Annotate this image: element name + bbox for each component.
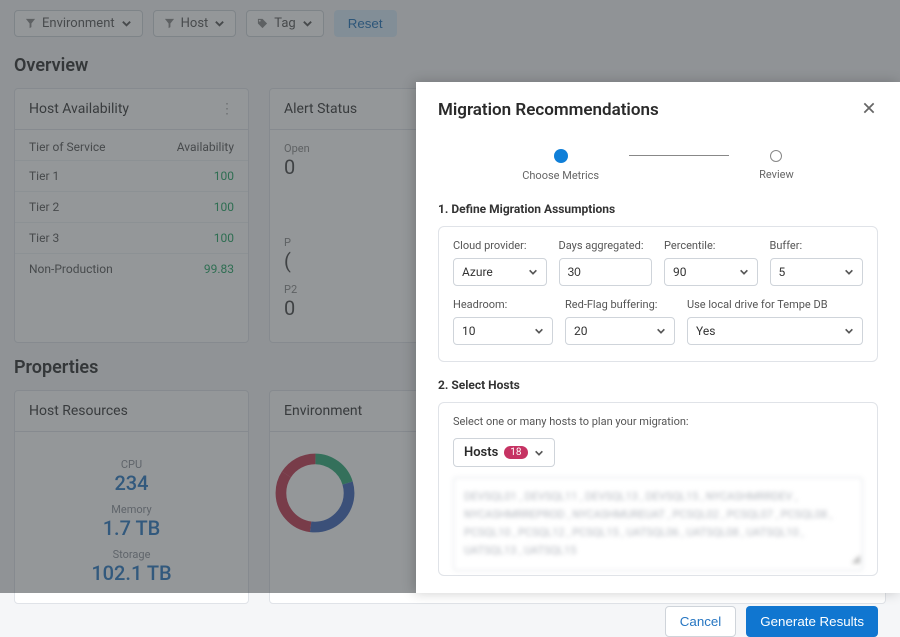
chevron-down-icon: [534, 448, 544, 458]
days-aggregated-input[interactable]: [559, 258, 653, 286]
chevron-down-icon: [656, 326, 666, 336]
section-hosts: 2. Select Hosts: [438, 378, 878, 392]
modal-title: Migration Recommendations: [438, 100, 659, 120]
localdrive-select[interactable]: Yes: [687, 317, 863, 345]
chevron-down-icon: [534, 326, 544, 336]
cancel-button[interactable]: Cancel: [665, 606, 737, 637]
cloud-provider-select[interactable]: Azure: [453, 258, 547, 286]
percentile-select[interactable]: 90: [664, 258, 758, 286]
cloud-provider-label: Cloud provider:: [453, 239, 547, 252]
assumptions-form: Cloud provider: Azure Days aggregated: P…: [438, 226, 878, 362]
chevron-down-icon: [844, 267, 854, 277]
section-assumptions: 1. Define Migration Assumptions: [438, 202, 878, 216]
localdrive-label: Use local drive for Tempe DB: [687, 298, 863, 311]
step-review[interactable]: Review: [759, 150, 794, 181]
generate-results-button[interactable]: Generate Results: [746, 606, 878, 637]
chevron-down-icon: [739, 267, 749, 277]
step-dot-inactive: [770, 150, 782, 162]
redflag-label: Red-Flag buffering:: [565, 298, 675, 311]
percentile-label: Percentile:: [664, 239, 758, 252]
hosts-textarea[interactable]: DEVSQL01 , DEVSQL11 , DEVSQL13 , DEVSQL1…: [453, 477, 863, 571]
migration-modal: Migration Recommendations Choose Metrics…: [416, 82, 900, 593]
chevron-down-icon: [528, 267, 538, 277]
hosts-dropdown[interactable]: Hosts 18: [453, 438, 555, 467]
headroom-label: Headroom:: [453, 298, 553, 311]
buffer-select[interactable]: 5: [770, 258, 864, 286]
stepper: Choose Metrics Review: [438, 149, 878, 182]
redflag-select[interactable]: 20: [565, 317, 675, 345]
hosts-form: Select one or many hosts to plan your mi…: [438, 402, 878, 576]
close-icon[interactable]: [860, 98, 878, 121]
buffer-label: Buffer:: [770, 239, 864, 252]
days-aggregated-label: Days aggregated:: [559, 239, 653, 252]
resize-handle-icon[interactable]: ◢: [852, 550, 860, 568]
hosts-description: Select one or many hosts to plan your mi…: [453, 415, 863, 428]
headroom-select[interactable]: 10: [453, 317, 553, 345]
step-choose-metrics[interactable]: Choose Metrics: [522, 149, 599, 182]
step-dot-active: [554, 149, 568, 163]
hosts-count-badge: 18: [504, 446, 527, 459]
chevron-down-icon: [844, 326, 854, 336]
